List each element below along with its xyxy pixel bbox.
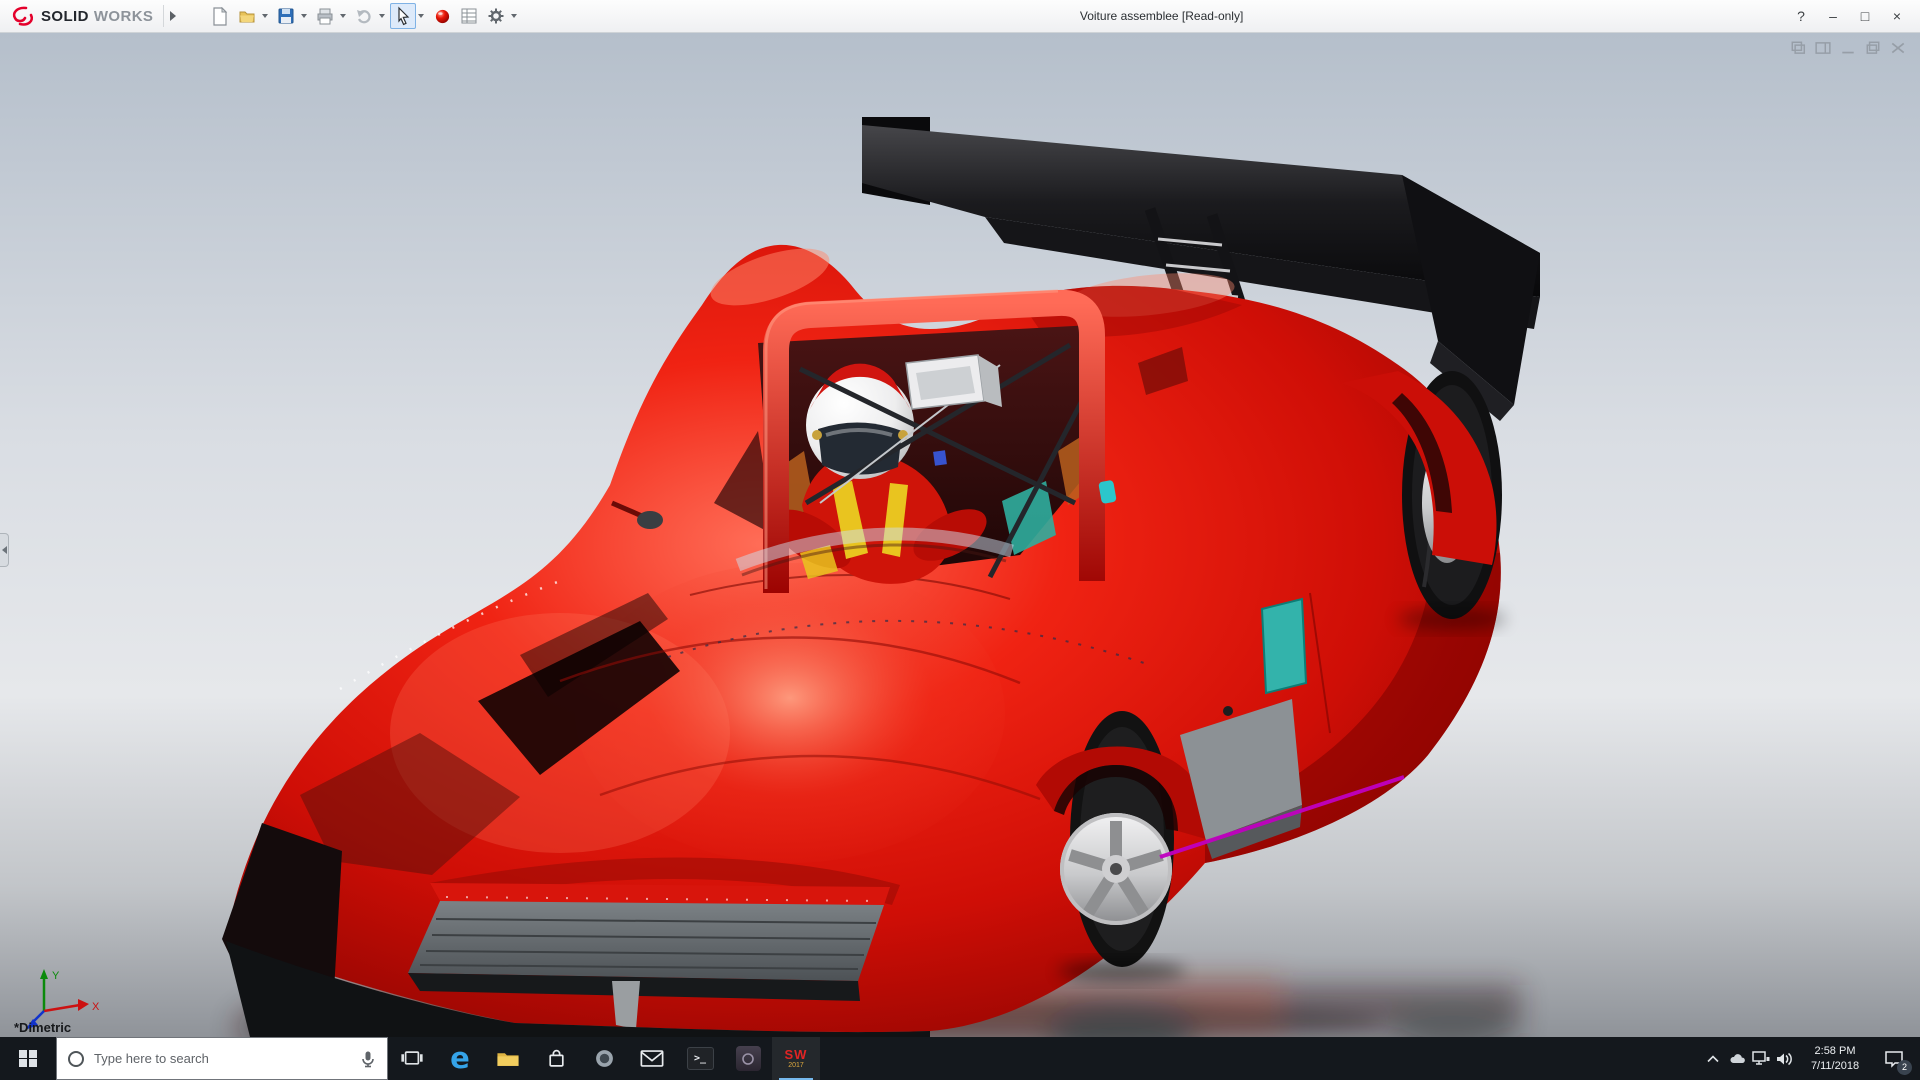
solidworks-app-button[interactable]: SW 2017	[772, 1037, 820, 1080]
select-cursor-icon	[393, 6, 413, 26]
app-titlebar: SOLID WORKS	[0, 0, 1920, 33]
edge-icon: e	[450, 1044, 470, 1073]
notification-badge: 2	[1897, 1060, 1912, 1075]
report-button[interactable]	[456, 3, 482, 29]
open-button[interactable]	[234, 3, 260, 29]
maximize-button[interactable]: □	[1850, 4, 1880, 28]
doc-minimize-icon[interactable]	[1840, 41, 1856, 55]
folder-icon	[496, 1049, 520, 1068]
clock-date: 7/11/2018	[1797, 1059, 1873, 1073]
window-controls: ? – □ ×	[1786, 4, 1920, 28]
print-button[interactable]	[312, 3, 338, 29]
mail-button[interactable]	[628, 1037, 676, 1080]
save-button[interactable]	[273, 3, 299, 29]
flyout-arrow-icon	[170, 11, 176, 21]
quick-toolbar	[207, 3, 521, 29]
new-document-icon	[211, 7, 229, 26]
cascade-windows-icon[interactable]	[1790, 41, 1806, 55]
tray-overflow-button[interactable]	[1701, 1037, 1725, 1080]
help-button[interactable]: ?	[1786, 4, 1816, 28]
task-view-button[interactable]	[388, 1037, 436, 1080]
open-folder-icon	[238, 7, 256, 25]
options-button[interactable]	[483, 3, 509, 29]
3d-viewport-canvas[interactable]: Y X	[0, 33, 1920, 1037]
red-sphere-icon	[434, 8, 451, 25]
view-orientation-label: *Dimetric	[14, 1020, 71, 1035]
network-icon	[1752, 1051, 1770, 1066]
action-center-button[interactable]: 2	[1873, 1037, 1915, 1080]
mail-envelope-icon	[640, 1050, 664, 1067]
windows-logo-icon	[19, 1050, 37, 1068]
gear-icon	[487, 7, 505, 25]
search-placeholder: Type here to search	[94, 1051, 350, 1066]
onedrive-tray-button[interactable]	[1725, 1037, 1749, 1080]
browser-circle-button[interactable]	[580, 1037, 628, 1080]
realview-sphere-button[interactable]	[429, 3, 455, 29]
dark-app-icon	[736, 1046, 761, 1071]
file-explorer-button[interactable]	[484, 1037, 532, 1080]
report-table-icon	[460, 7, 478, 25]
system-tray: 2:58 PM 7/11/2018 2	[1701, 1037, 1920, 1080]
minimize-button[interactable]: –	[1818, 4, 1848, 28]
save-floppy-icon	[277, 7, 295, 25]
clock-time: 2:58 PM	[1797, 1044, 1873, 1058]
new-document-button[interactable]	[207, 3, 233, 29]
solidworks-logo: SOLID WORKS	[0, 5, 153, 27]
network-tray-button[interactable]	[1749, 1037, 1773, 1080]
taskbar-search[interactable]: Type here to search	[56, 1037, 388, 1080]
dark-app-button[interactable]	[724, 1037, 772, 1080]
edge-browser-button[interactable]: e	[436, 1037, 484, 1080]
document-window-controls	[1790, 41, 1906, 55]
cortana-ring-icon	[67, 1050, 85, 1068]
speaker-icon	[1776, 1052, 1794, 1066]
chevron-up-icon	[1707, 1055, 1719, 1063]
shopping-bag-icon	[546, 1048, 567, 1069]
rear-wheel-shadow	[1398, 609, 1506, 629]
start-button[interactable]	[0, 1037, 56, 1080]
collapse-arrow-icon	[2, 546, 7, 554]
window-title: Voiture assemblee [Read-only]	[1080, 9, 1243, 23]
cloud-icon	[1728, 1053, 1746, 1065]
select-tool-button[interactable]	[390, 3, 416, 29]
task-view-icon	[400, 1050, 424, 1067]
open-dropdown-arrow[interactable]	[262, 14, 268, 18]
undo-icon	[355, 7, 373, 25]
options-dropdown-arrow[interactable]	[511, 14, 517, 18]
doc-restore-icon[interactable]	[1865, 41, 1881, 55]
undo-dropdown-arrow[interactable]	[379, 14, 385, 18]
windows-taskbar: Type here to search e	[0, 1037, 1920, 1080]
terminal-icon: >_	[687, 1047, 714, 1070]
dash-blue-tag	[933, 450, 947, 466]
select-dropdown-arrow[interactable]	[418, 14, 424, 18]
undo-button[interactable]	[351, 3, 377, 29]
circle-app-icon	[594, 1048, 615, 1069]
terminal-button[interactable]: >_	[676, 1037, 724, 1080]
split-pane-icon[interactable]	[1815, 41, 1831, 55]
close-button[interactable]: ×	[1882, 4, 1912, 28]
graphics-area: Y X *Dimetric	[0, 33, 1920, 1037]
ds-swirl-icon	[10, 5, 36, 27]
toolbar-flyout-button[interactable]	[163, 5, 181, 27]
front-wheel-shadow	[1058, 961, 1186, 981]
volume-tray-button[interactable]	[1773, 1037, 1797, 1080]
store-button[interactable]	[532, 1037, 580, 1080]
brand-solid: SOLID	[41, 8, 89, 25]
solidworks-app-icon: SW 2017	[785, 1048, 808, 1069]
taskbar-clock[interactable]: 2:58 PM 7/11/2018	[1797, 1044, 1873, 1073]
triad-y-label: Y	[52, 970, 60, 982]
print-dropdown-arrow[interactable]	[340, 14, 346, 18]
microphone-icon[interactable]	[359, 1050, 377, 1068]
print-icon	[316, 7, 334, 26]
brand-works: WORKS	[94, 8, 154, 25]
feature-tree-collapse-tab[interactable]	[0, 533, 9, 567]
triad-x-label: X	[92, 1001, 100, 1013]
doc-close-icon[interactable]	[1890, 41, 1906, 55]
save-dropdown-arrow[interactable]	[301, 14, 307, 18]
intake-box	[906, 355, 1002, 409]
